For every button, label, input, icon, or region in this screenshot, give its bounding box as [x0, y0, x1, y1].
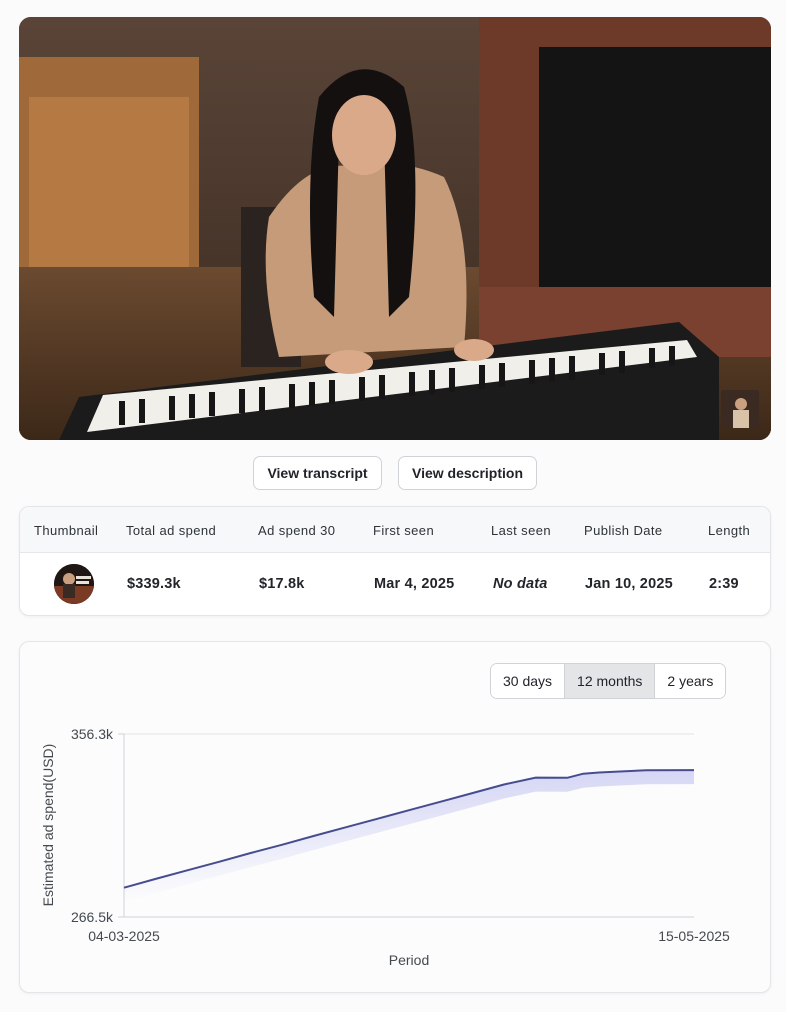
- video-watermark-thumbnail: [721, 390, 759, 428]
- header-length: Length: [708, 522, 751, 538]
- view-transcript-button[interactable]: View transcript: [253, 456, 382, 490]
- x-axis-title: Period: [389, 952, 429, 968]
- ad-stats-table: Thumbnail Total ad spend Ad spend 30 Fir…: [19, 506, 771, 616]
- publish-date-value: Jan 10, 2025: [585, 576, 673, 592]
- view-description-button[interactable]: View description: [398, 456, 537, 490]
- video-frame-image: [19, 17, 771, 440]
- video-thumbnail-avatar[interactable]: [54, 564, 94, 604]
- series-glow-area: [124, 770, 694, 902]
- table-header-row: Thumbnail Total ad spend Ad spend 30 Fir…: [20, 507, 770, 553]
- first-seen-value: Mar 4, 2025: [374, 576, 455, 592]
- ad-spend-line-chart: 356.3k 266.5k 04-03-2025 15-05-2025 Peri…: [40, 726, 730, 968]
- header-last-seen: Last seen: [491, 522, 551, 538]
- total-ad-spend-value: $339.3k: [127, 576, 181, 592]
- header-first-seen: First seen: [373, 522, 435, 538]
- ad-spend-chart-card: 30 days 12 months 2 years 356.3k 266.5k …: [19, 641, 771, 993]
- y-tick-label-max: 356.3k: [71, 726, 114, 742]
- x-tick-label-end: 15-05-2025: [658, 928, 730, 944]
- header-total-ad-spend: Total ad spend: [126, 522, 217, 538]
- header-publish-date: Publish Date: [584, 522, 663, 538]
- header-thumbnail: Thumbnail: [34, 522, 99, 538]
- table-row: $339.3k $17.8k Mar 4, 2025 No data Jan 1…: [20, 553, 770, 615]
- ad-spend-30-value: $17.8k: [259, 576, 305, 592]
- x-tick-label-start: 04-03-2025: [88, 928, 160, 944]
- last-seen-value: No data: [493, 576, 548, 592]
- y-axis-title: Estimated ad spend(USD): [40, 744, 56, 907]
- video-player[interactable]: [19, 17, 771, 440]
- header-ad-spend-30: Ad spend 30: [258, 522, 336, 538]
- y-tick-label-min: 266.5k: [71, 909, 114, 925]
- length-value: 2:39: [709, 576, 739, 592]
